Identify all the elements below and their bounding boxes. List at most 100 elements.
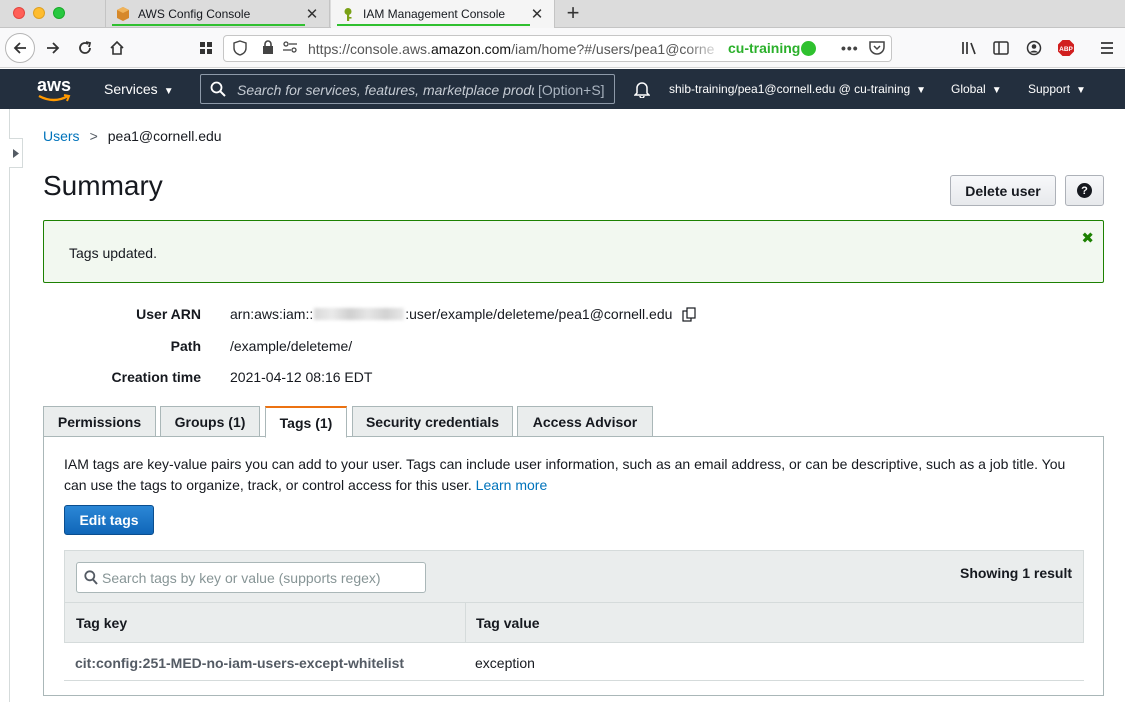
browser-tab-iam[interactable]: IAM Management Console ✕ — [331, 0, 555, 28]
home-button[interactable] — [102, 33, 132, 63]
close-tab-icon[interactable]: ✕ — [305, 5, 319, 23]
reload-button[interactable] — [70, 33, 100, 63]
tag-value-cell: exception — [475, 655, 535, 671]
sidebar-icon[interactable] — [986, 33, 1016, 63]
page-actions-icon[interactable]: ••• — [841, 40, 859, 56]
close-tab-icon[interactable]: ✕ — [530, 5, 544, 23]
page-title: Summary — [43, 170, 163, 201]
search-placeholder: Search for services, features, marketpla… — [237, 82, 534, 98]
delete-user-button[interactable]: Delete user — [950, 175, 1056, 206]
shield-icon[interactable] — [233, 40, 247, 59]
account-label: shib-training/pea1@cornell.edu @ cu-trai… — [669, 82, 911, 96]
alert-message: Tags updated. — [69, 245, 157, 261]
window-zoom-button[interactable] — [53, 7, 65, 19]
support-label: Support — [1028, 82, 1071, 96]
caret-down-icon: ▼ — [991, 85, 1002, 96]
path-value: /example/deleteme/ — [230, 338, 353, 354]
breadcrumb: Users > pea1@cornell.edu — [43, 128, 222, 144]
expand-navigation-button[interactable] — [9, 138, 23, 168]
copy-icon[interactable] — [682, 307, 697, 325]
search-icon — [84, 570, 98, 590]
abp-label: ABP — [1059, 46, 1073, 53]
success-alert: Tags updated. ✖ — [43, 220, 1104, 283]
url-text: https://console.aws.amazon.com/iam/home?… — [308, 41, 715, 57]
pocket-icon[interactable] — [869, 40, 885, 58]
forward-button[interactable] — [38, 33, 68, 63]
tag-search-input[interactable]: Search tags by key or value (supports re… — [76, 562, 426, 593]
menu-icon[interactable] — [1092, 33, 1122, 63]
close-alert-icon[interactable]: ✖ — [1081, 229, 1094, 247]
table-toolbar: Search tags by key or value (supports re… — [64, 550, 1084, 603]
region-menu[interactable]: Global ▼ — [951, 82, 1002, 96]
tab-groups[interactable]: Groups (1) — [160, 406, 260, 437]
tab-security-credentials[interactable]: Security credentials — [352, 406, 513, 437]
path-label: Path — [170, 338, 201, 354]
back-button[interactable] — [5, 33, 35, 63]
aws-config-favicon-icon — [116, 7, 130, 21]
iam-favicon-icon — [341, 7, 355, 21]
aws-logo[interactable]: aws — [37, 75, 71, 103]
edit-tags-button[interactable]: Edit tags — [64, 505, 154, 535]
arn-value: arn:aws:iam:::user/example/deleteme/pea1… — [230, 306, 697, 325]
result-count: Showing 1 result — [959, 565, 1072, 581]
caret-down-icon: ▼ — [1076, 85, 1086, 96]
tags-table: Search tags by key or value (supports re… — [64, 550, 1084, 682]
tab-access-advisor[interactable]: Access Advisor — [517, 406, 653, 437]
support-menu[interactable]: Support ▼ — [1028, 82, 1086, 96]
tags-panel: IAM tags are key-value pairs you can add… — [43, 436, 1104, 696]
notifications-bell-icon[interactable] — [633, 80, 651, 101]
container-indicator — [337, 24, 530, 26]
search-shortcut: [Option+S] — [538, 82, 605, 98]
help-icon: ? — [1077, 183, 1092, 198]
account-menu[interactable]: shib-training/pea1@cornell.edu @ cu-trai… — [669, 82, 926, 96]
browser-tab-bar: AWS Config Console ✕ IAM Management Cons… — [0, 0, 1125, 28]
aws-console-header: aws Services ▼ Search for services, featu… — [0, 69, 1125, 109]
table-row: cit:config:251-MED-no-iam-users-except-w… — [64, 643, 1084, 681]
address-bar[interactable]: https://console.aws.amazon.com/iam/home?… — [223, 35, 892, 62]
table-header: Tag key Tag value — [64, 603, 1084, 643]
container-dot-icon — [801, 41, 816, 56]
tab-tags[interactable]: Tags (1) — [265, 406, 347, 438]
container-label: cu-training — [728, 40, 801, 56]
container-indicator — [112, 24, 305, 26]
browser-toolbar: https://console.aws.amazon.com/iam/home?… — [0, 28, 1125, 68]
tab-permissions[interactable]: Permissions — [43, 406, 156, 437]
column-divider — [465, 603, 466, 643]
services-label: Services — [104, 81, 158, 97]
redacted-account-id — [314, 308, 405, 320]
lock-icon[interactable] — [262, 40, 274, 57]
library-icon[interactable] — [955, 33, 985, 63]
adblock-plus-icon[interactable]: ABP — [1051, 33, 1081, 63]
tag-key-cell: cit:config:251-MED-no-iam-users-except-w… — [75, 655, 405, 671]
column-header-tag-key[interactable]: Tag key — [76, 615, 127, 631]
region-label: Global — [951, 82, 986, 96]
caret-right-icon — [12, 148, 19, 158]
tag-search-placeholder: Search tags by key or value (supports re… — [102, 570, 381, 586]
window-minimize-button[interactable] — [33, 7, 45, 19]
window-close-button[interactable] — [13, 7, 25, 19]
tab-title: AWS Config Console — [138, 7, 251, 21]
permissions-icon[interactable] — [282, 40, 298, 57]
tags-description: IAM tags are key-value pairs you can add… — [64, 456, 1066, 493]
column-header-tag-value[interactable]: Tag value — [476, 615, 540, 631]
services-menu[interactable]: Services ▼ — [104, 81, 174, 97]
creation-time-label: Creation time — [111, 369, 201, 385]
navigation-rail — [0, 109, 10, 702]
breadcrumb-current: pea1@cornell.edu — [107, 128, 222, 144]
search-icon — [210, 81, 226, 100]
learn-more-link[interactable]: Learn more — [476, 477, 548, 493]
account-icon[interactable] — [1019, 33, 1049, 63]
caret-down-icon: ▼ — [163, 86, 174, 97]
breadcrumb-separator-icon: > — [89, 128, 98, 144]
browser-tab-aws-config[interactable]: AWS Config Console ✕ — [105, 0, 330, 28]
breadcrumb-users-link[interactable]: Users — [43, 128, 80, 144]
new-tab-button[interactable]: + — [563, 0, 583, 28]
extensions-grid-icon[interactable] — [191, 33, 221, 63]
creation-time-value: 2021-04-12 08:16 EDT — [230, 369, 373, 385]
caret-down-icon: ▼ — [916, 85, 927, 96]
aws-search-input[interactable]: Search for services, features, marketpla… — [200, 74, 615, 104]
help-button[interactable]: ? — [1065, 175, 1104, 206]
tab-title: IAM Management Console — [363, 7, 506, 21]
url-fade — [684, 36, 724, 61]
arn-label: User ARN — [136, 306, 201, 322]
